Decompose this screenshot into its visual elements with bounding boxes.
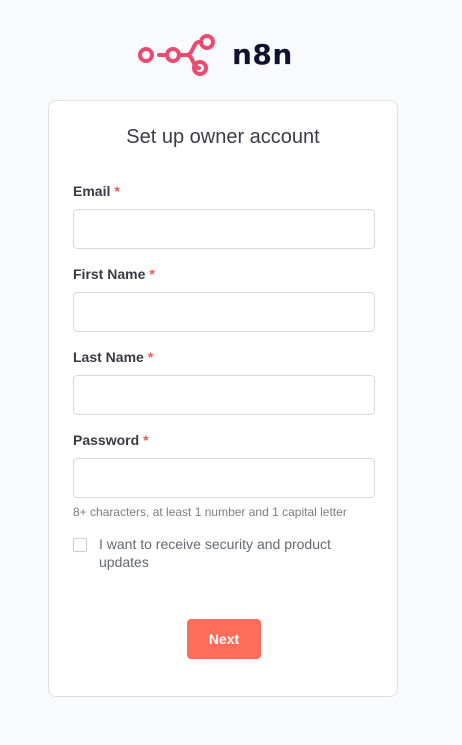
last-name-label: Last Name * xyxy=(73,349,153,365)
last-name-field[interactable] xyxy=(73,375,375,415)
required-marker: * xyxy=(143,432,149,448)
updates-checkbox[interactable] xyxy=(73,538,87,552)
email-label-text: Email xyxy=(73,183,111,199)
password-field[interactable] xyxy=(73,458,375,498)
next-button[interactable]: Next xyxy=(187,619,261,659)
page-title: Set up owner account xyxy=(126,126,320,148)
owner-setup-card: Set up owner account Email * First Name * … xyxy=(48,100,398,697)
password-hint: 8+ characters, at least 1 number and 1 c… xyxy=(73,505,347,519)
password-label-text: Password xyxy=(73,432,140,448)
last-name-label-text: Last Name xyxy=(73,349,144,365)
first-name-field[interactable] xyxy=(73,292,375,332)
logo-wordmark: n8n xyxy=(232,38,293,71)
updates-checkbox-row[interactable]: I want to receive security and product u… xyxy=(73,535,373,571)
required-marker: * xyxy=(114,183,120,199)
first-name-label-text: First Name xyxy=(73,266,146,282)
first-name-label: First Name * xyxy=(73,266,155,282)
updates-checkbox-label[interactable]: I want to receive security and product u… xyxy=(99,535,373,571)
required-marker: * xyxy=(149,266,155,282)
app-logo: n8n xyxy=(137,34,293,76)
email-label: Email * xyxy=(73,183,120,199)
n8n-nodes-logo-icon xyxy=(138,34,215,76)
password-label: Password * xyxy=(73,432,149,448)
email-field[interactable] xyxy=(73,209,375,249)
required-marker: * xyxy=(147,349,154,365)
